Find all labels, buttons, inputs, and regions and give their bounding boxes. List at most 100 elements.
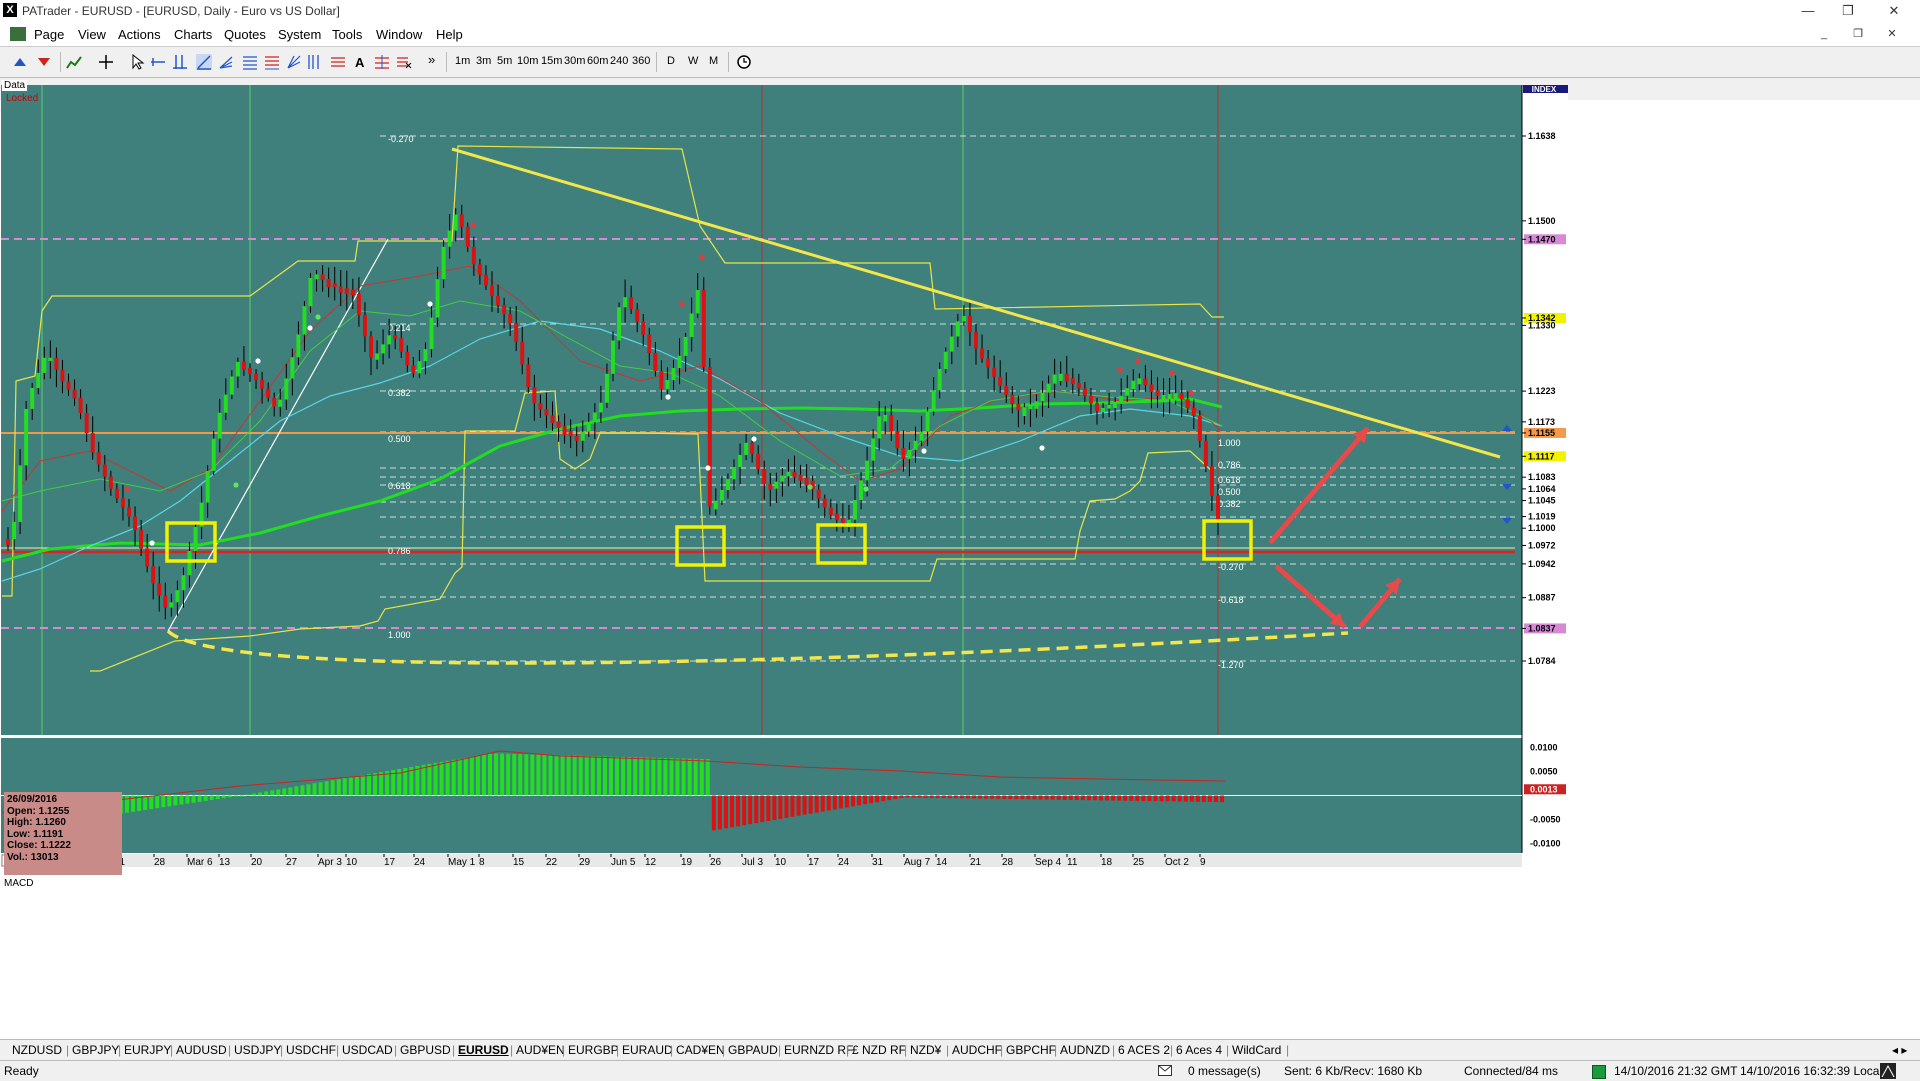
macd-histogram-bar	[953, 795, 958, 799]
chart-icon[interactable]	[66, 54, 82, 70]
chart-menu-icon[interactable]	[10, 27, 26, 41]
timeframe-15m[interactable]: 15m	[541, 55, 562, 67]
pivot-dot	[427, 301, 433, 307]
menu-tools[interactable]: Tools	[332, 27, 362, 42]
trendline-icon[interactable]	[196, 54, 212, 70]
menu-quotes[interactable]: Quotes	[224, 27, 266, 42]
delete-drawings-icon[interactable]	[396, 54, 412, 70]
timeframe-360[interactable]: 360	[632, 55, 650, 67]
timeframe-240[interactable]: 240	[610, 55, 628, 67]
symbol-tab-15[interactable]: £ NZD RF	[852, 1043, 906, 1057]
text-tool-icon[interactable]: A	[352, 54, 368, 70]
sell-icon[interactable]	[36, 54, 52, 70]
menu-view[interactable]: View	[78, 27, 106, 42]
timeframe-1m[interactable]: 1m	[455, 55, 470, 67]
macd-histogram-bar	[530, 754, 535, 796]
symbol-tab-1[interactable]: GBPJPY	[72, 1043, 119, 1057]
symbol-tab-16[interactable]: NZD¥	[910, 1043, 941, 1057]
tab-divider: |	[722, 1043, 726, 1057]
ohlc-close: Close: 1.1222	[7, 840, 71, 851]
time-zones-icon[interactable]	[306, 54, 322, 70]
symbol-tab-0[interactable]: NZDUSD	[12, 1043, 62, 1057]
timeframe-monthly[interactable]: M	[709, 55, 718, 67]
symbol-tab-14[interactable]: EURNZD RF	[784, 1043, 853, 1057]
timeframe-3m[interactable]: 3m	[476, 55, 491, 67]
candle-bear	[120, 498, 125, 508]
minimize-button[interactable]: —	[1788, 2, 1828, 20]
price-levels-icon[interactable]	[374, 54, 390, 70]
fibonacci-fan-icon[interactable]	[218, 54, 234, 70]
toolbar-overflow-button[interactable]: »	[428, 52, 435, 67]
symbol-tab-8[interactable]: EURUSD	[458, 1043, 509, 1057]
candle-bull	[931, 390, 936, 412]
symbol-tab-19[interactable]: AUDNZD	[1060, 1043, 1110, 1057]
timeframe-5m[interactable]: 5m	[497, 55, 512, 67]
candle-bear	[502, 305, 507, 315]
tab-divider: |	[394, 1043, 398, 1057]
clock-icon[interactable]	[736, 54, 752, 70]
price-chart[interactable]: INDEX -0.270 0.214 0.382 0.500 0.618 0.786 1.00…	[0, 85, 1920, 1060]
inner-close-button[interactable]: ✕	[1880, 25, 1904, 43]
restore-button[interactable]: ❐	[1828, 2, 1868, 20]
candle-bull	[205, 470, 210, 503]
time-tick-label: May 1	[448, 857, 476, 868]
symbol-tab-4[interactable]: USDJPY	[234, 1043, 281, 1057]
symbol-tab-20[interactable]: 6 ACES 2	[1118, 1043, 1170, 1057]
timeframe-30m[interactable]: 30m	[564, 55, 585, 67]
symbol-tab-13[interactable]: GBPAUD	[728, 1043, 778, 1057]
macd-histogram-bar	[681, 758, 686, 796]
symbol-tab-18[interactable]: GBPCHF	[1006, 1043, 1056, 1057]
close-button[interactable]: ✕	[1874, 2, 1914, 20]
symbol-tab-12[interactable]: CAD¥EN	[676, 1043, 725, 1057]
fib-left-label: 0.214	[388, 323, 411, 333]
tab-scroll-arrows-icon[interactable]: ◂ ▸	[1892, 1043, 1907, 1057]
crosshair-icon[interactable]	[98, 54, 114, 70]
menu-actions[interactable]: Actions	[118, 27, 161, 42]
tab-divider: |	[228, 1043, 232, 1057]
fibonacci-retracement-icon[interactable]	[242, 54, 258, 70]
menu-window[interactable]: Window	[376, 27, 422, 42]
menu-system[interactable]: System	[278, 27, 321, 42]
vertical-line-icon[interactable]	[172, 54, 188, 70]
symbol-tab-7[interactable]: GBPUSD	[400, 1043, 451, 1057]
candle-bull	[738, 454, 743, 467]
symbol-tab-11[interactable]: EURAUD	[622, 1043, 673, 1057]
cursor-icon[interactable]	[130, 54, 146, 70]
macd-histogram-bar	[584, 755, 589, 796]
symbol-tab-17[interactable]: AUDCHF	[952, 1043, 1002, 1057]
menu-charts[interactable]: Charts	[174, 27, 212, 42]
candle-bull	[423, 349, 428, 362]
channel-icon[interactable]	[330, 54, 346, 70]
macd-histogram-bar	[923, 795, 928, 798]
inner-minimize-button[interactable]: _	[1812, 25, 1836, 43]
symbol-tab-5[interactable]: USDCHF	[286, 1043, 336, 1057]
macd-histogram-bar	[572, 755, 577, 796]
macd-histogram-bar	[590, 756, 595, 796]
symbol-tab-2[interactable]: EURJPY	[124, 1043, 171, 1057]
status-messages[interactable]: 0 message(s)	[1188, 1064, 1261, 1078]
timeframe-weekly[interactable]: W	[688, 55, 698, 67]
gann-icon[interactable]	[286, 54, 302, 70]
inner-restore-button[interactable]: ❐	[1846, 25, 1870, 43]
mail-icon[interactable]	[1158, 1065, 1172, 1076]
timeframe-daily[interactable]: D	[667, 55, 675, 67]
symbol-tab-10[interactable]: EURGBP	[568, 1043, 619, 1057]
symbol-tab-9[interactable]: AUD¥EN	[516, 1043, 565, 1057]
symbol-tab-21[interactable]: 6 Aces 4	[1176, 1043, 1222, 1057]
chart-area[interactable]: INDEX -0.270 0.214 0.382 0.500 0.618 0.786 1.00…	[0, 79, 1920, 1081]
timeframe-10m[interactable]: 10m	[517, 55, 538, 67]
horizontal-line-icon[interactable]	[150, 54, 166, 70]
buy-icon[interactable]	[12, 54, 28, 70]
symbol-tab-3[interactable]: AUDUSD	[176, 1043, 227, 1057]
tab-divider: |	[1286, 1043, 1290, 1057]
menu-page[interactable]: Page	[34, 27, 64, 42]
time-tick-label: Jul 3	[742, 857, 764, 868]
symbol-tab-22[interactable]: WildCard	[1232, 1043, 1281, 1057]
candle-bull	[169, 602, 174, 608]
timeframe-60m[interactable]: 60m	[587, 55, 608, 67]
data-label: Data	[2, 80, 28, 91]
fibonacci-extension-icon[interactable]	[264, 54, 280, 70]
symbol-tab-6[interactable]: USDCAD	[342, 1043, 393, 1057]
candle-bear	[526, 364, 531, 388]
menu-help[interactable]: Help	[436, 27, 463, 42]
